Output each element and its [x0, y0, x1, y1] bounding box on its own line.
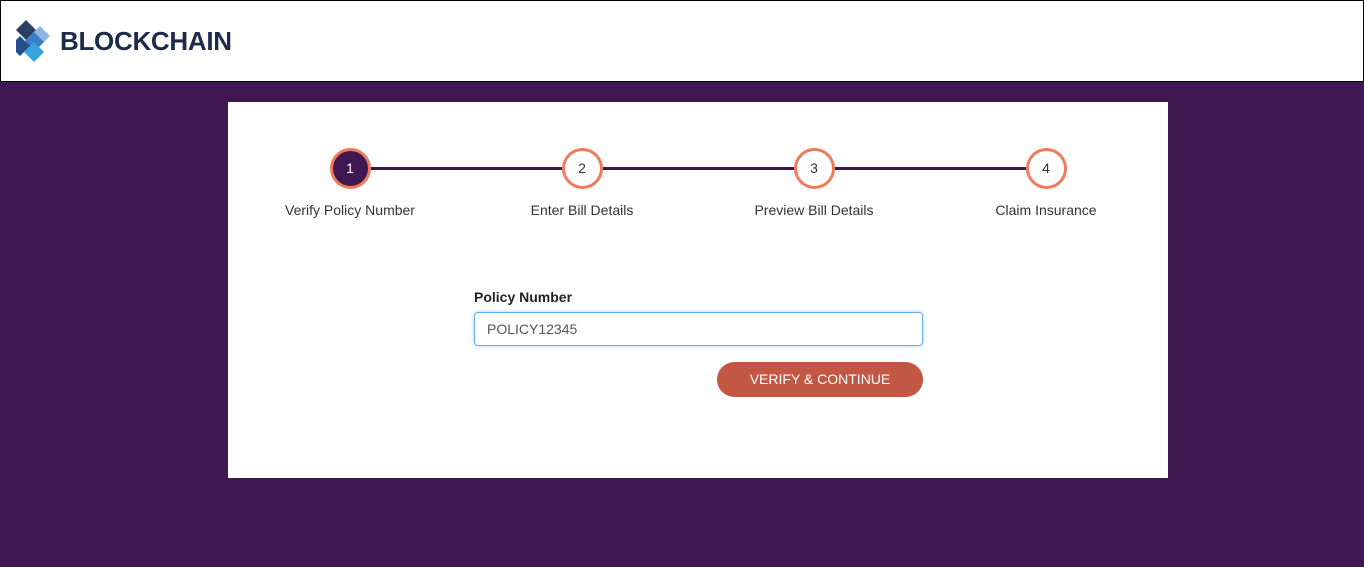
verify-continue-button[interactable]: VERIFY & CONTINUE: [717, 362, 923, 397]
step-number-badge: 2: [561, 148, 603, 189]
policy-number-input[interactable]: [474, 312, 923, 346]
step-label: Verify Policy Number: [285, 202, 415, 218]
step-claim-insurance: 4 Claim Insurance: [966, 148, 1126, 218]
step-verify-policy: 1 Verify Policy Number: [270, 148, 430, 218]
step-number-badge: 1: [329, 148, 371, 189]
step-preview-bill-details: 3 Preview Bill Details: [734, 148, 894, 218]
policy-form: Policy Number VERIFY & CONTINUE: [474, 289, 923, 397]
step-label: Preview Bill Details: [754, 202, 874, 218]
policy-number-label: Policy Number: [474, 289, 573, 305]
step-number-badge: 3: [793, 148, 835, 189]
stepper-connector-line: [347, 167, 1043, 170]
step-number-badge: 4: [1025, 148, 1067, 189]
claim-card: 1 Verify Policy Number 2 Enter Bill Deta…: [228, 102, 1168, 478]
blockchain-diamond-icon: [16, 20, 50, 62]
progress-stepper: 1 Verify Policy Number 2 Enter Bill Deta…: [228, 102, 1168, 242]
logo-text: BLOCKCHAIN: [60, 25, 232, 56]
step-label: Claim Insurance: [995, 202, 1097, 218]
top-header: BLOCKCHAIN: [0, 0, 1364, 82]
blockchain-logo[interactable]: BLOCKCHAIN: [16, 20, 232, 62]
step-enter-bill-details: 2 Enter Bill Details: [502, 148, 662, 218]
step-label: Enter Bill Details: [530, 202, 634, 218]
